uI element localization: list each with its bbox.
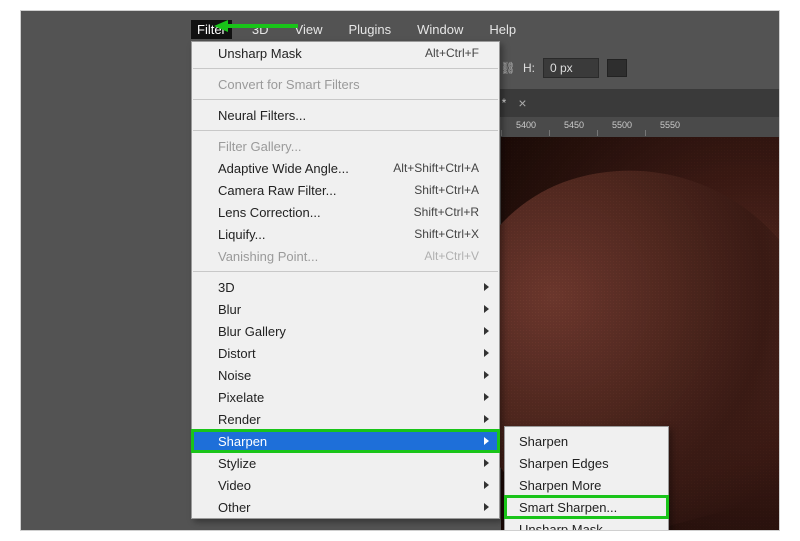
color-swatch[interactable] (607, 59, 627, 77)
menubar: Filter 3D View Plugins Window Help (191, 17, 522, 41)
menu-item-unsharp-mask[interactable]: Unsharp Mask Alt+Ctrl+F (192, 42, 499, 64)
menu-item-vanishing-point: Vanishing Point... Alt+Ctrl+V (192, 245, 499, 267)
submenu-item-smart-sharpen[interactable]: Smart Sharpen... (505, 496, 668, 518)
menu-item-label: Blur (218, 302, 241, 317)
submenu-item-unsharp-mask[interactable]: Unsharp Mask... (505, 518, 668, 531)
menu-item-shortcut: Alt+Shift+Ctrl+A (393, 161, 479, 175)
submenu-arrow-icon (484, 371, 489, 379)
menu-item-label: Other (218, 500, 251, 515)
menu-item-liquify[interactable]: Liquify... Shift+Ctrl+X (192, 223, 499, 245)
options-bar: ⛓ H: 0 px (501, 53, 779, 83)
menu-item-label: Unsharp Mask (218, 46, 302, 61)
ruler-tick: 5550 (646, 120, 694, 130)
height-label: H: (523, 61, 535, 75)
document-tab[interactable]: /16*) * × (459, 89, 779, 117)
menu-item-label: Stylize (218, 456, 256, 471)
submenu-arrow-icon (484, 327, 489, 335)
submenu-arrow-icon (484, 503, 489, 511)
menu-item-label: Sharpen (218, 434, 267, 449)
menubar-item-3d[interactable]: 3D (246, 20, 275, 39)
menu-separator (193, 130, 498, 131)
menu-item-blur[interactable]: Blur (192, 298, 499, 320)
menu-item-label: Adaptive Wide Angle... (218, 161, 349, 176)
menu-item-shortcut: Alt+Ctrl+F (425, 46, 479, 60)
link-icon[interactable]: ⛓ (501, 61, 515, 75)
submenu-item-label: Sharpen Edges (519, 456, 609, 471)
menu-item-noise[interactable]: Noise (192, 364, 499, 386)
menu-item-camera-raw-filter[interactable]: Camera Raw Filter... Shift+Ctrl+A (192, 179, 499, 201)
menubar-item-filter[interactable]: Filter (191, 20, 232, 39)
submenu-item-label: Sharpen More (519, 478, 601, 493)
menu-item-label: Convert for Smart Filters (218, 77, 360, 92)
ruler: 5400 5450 5500 5550 (501, 117, 779, 137)
submenu-arrow-icon (484, 415, 489, 423)
menu-item-video[interactable]: Video (192, 474, 499, 496)
menu-item-adaptive-wide-angle[interactable]: Adaptive Wide Angle... Alt+Shift+Ctrl+A (192, 157, 499, 179)
menu-item-shortcut: Shift+Ctrl+A (414, 183, 479, 197)
menu-item-label: Noise (218, 368, 251, 383)
menu-item-sharpen[interactable]: Sharpen (192, 430, 499, 452)
menu-item-label: Distort (218, 346, 256, 361)
menu-item-blur-gallery[interactable]: Blur Gallery (192, 320, 499, 342)
menu-item-other[interactable]: Other (192, 496, 499, 518)
submenu-arrow-icon (484, 393, 489, 401)
menubar-item-help[interactable]: Help (483, 20, 522, 39)
menu-item-3d[interactable]: 3D (192, 276, 499, 298)
menu-item-pixelate[interactable]: Pixelate (192, 386, 499, 408)
submenu-item-sharpen-more[interactable]: Sharpen More (505, 474, 668, 496)
menubar-item-window[interactable]: Window (411, 20, 469, 39)
filter-menu: Unsharp Mask Alt+Ctrl+F Convert for Smar… (191, 41, 500, 519)
menu-item-convert-smart-filters: Convert for Smart Filters (192, 73, 499, 95)
menu-item-label: Neural Filters... (218, 108, 306, 123)
submenu-item-label: Sharpen (519, 434, 568, 449)
menu-separator (193, 99, 498, 100)
submenu-arrow-icon (484, 481, 489, 489)
menu-item-shortcut: Shift+Ctrl+R (414, 205, 479, 219)
menu-item-label: Camera Raw Filter... (218, 183, 336, 198)
menu-item-label: 3D (218, 280, 235, 295)
menubar-item-plugins[interactable]: Plugins (342, 20, 397, 39)
menu-item-label: Lens Correction... (218, 205, 321, 220)
height-field[interactable]: 0 px (543, 58, 599, 78)
menu-item-lens-correction[interactable]: Lens Correction... Shift+Ctrl+R (192, 201, 499, 223)
menu-separator (193, 68, 498, 69)
sharpen-submenu: Sharpen Sharpen Edges Sharpen More Smart… (504, 426, 669, 531)
menu-item-shortcut: Shift+Ctrl+X (414, 227, 479, 241)
submenu-arrow-icon (484, 459, 489, 467)
menu-item-label: Vanishing Point... (218, 249, 318, 264)
submenu-item-sharpen-edges[interactable]: Sharpen Edges (505, 452, 668, 474)
menu-item-label: Liquify... (218, 227, 265, 242)
menu-item-distort[interactable]: Distort (192, 342, 499, 364)
menu-item-label: Blur Gallery (218, 324, 286, 339)
menu-item-render[interactable]: Render (192, 408, 499, 430)
ruler-tick: 5400 (502, 120, 550, 130)
menu-item-filter-gallery: Filter Gallery... (192, 135, 499, 157)
menu-item-label: Pixelate (218, 390, 264, 405)
submenu-item-sharpen[interactable]: Sharpen (505, 430, 668, 452)
menu-item-stylize[interactable]: Stylize (192, 452, 499, 474)
app-window: Filter 3D View Plugins Window Help ⛓ H: … (20, 10, 780, 531)
menu-item-shortcut: Alt+Ctrl+V (424, 249, 479, 263)
ruler-tick: 5500 (598, 120, 646, 130)
submenu-arrow-icon (484, 349, 489, 357)
submenu-item-label: Smart Sharpen... (519, 500, 617, 515)
menubar-item-view[interactable]: View (289, 20, 329, 39)
submenu-arrow-icon (484, 305, 489, 313)
menu-item-label: Video (218, 478, 251, 493)
submenu-item-label: Unsharp Mask... (519, 522, 614, 532)
menu-item-label: Filter Gallery... (218, 139, 302, 154)
close-icon[interactable]: × (514, 95, 530, 111)
ruler-tick: 5450 (550, 120, 598, 130)
submenu-arrow-icon (484, 437, 489, 445)
submenu-arrow-icon (484, 283, 489, 291)
menu-separator (193, 271, 498, 272)
menu-item-neural-filters[interactable]: Neural Filters... (192, 104, 499, 126)
menu-item-label: Render (218, 412, 261, 427)
